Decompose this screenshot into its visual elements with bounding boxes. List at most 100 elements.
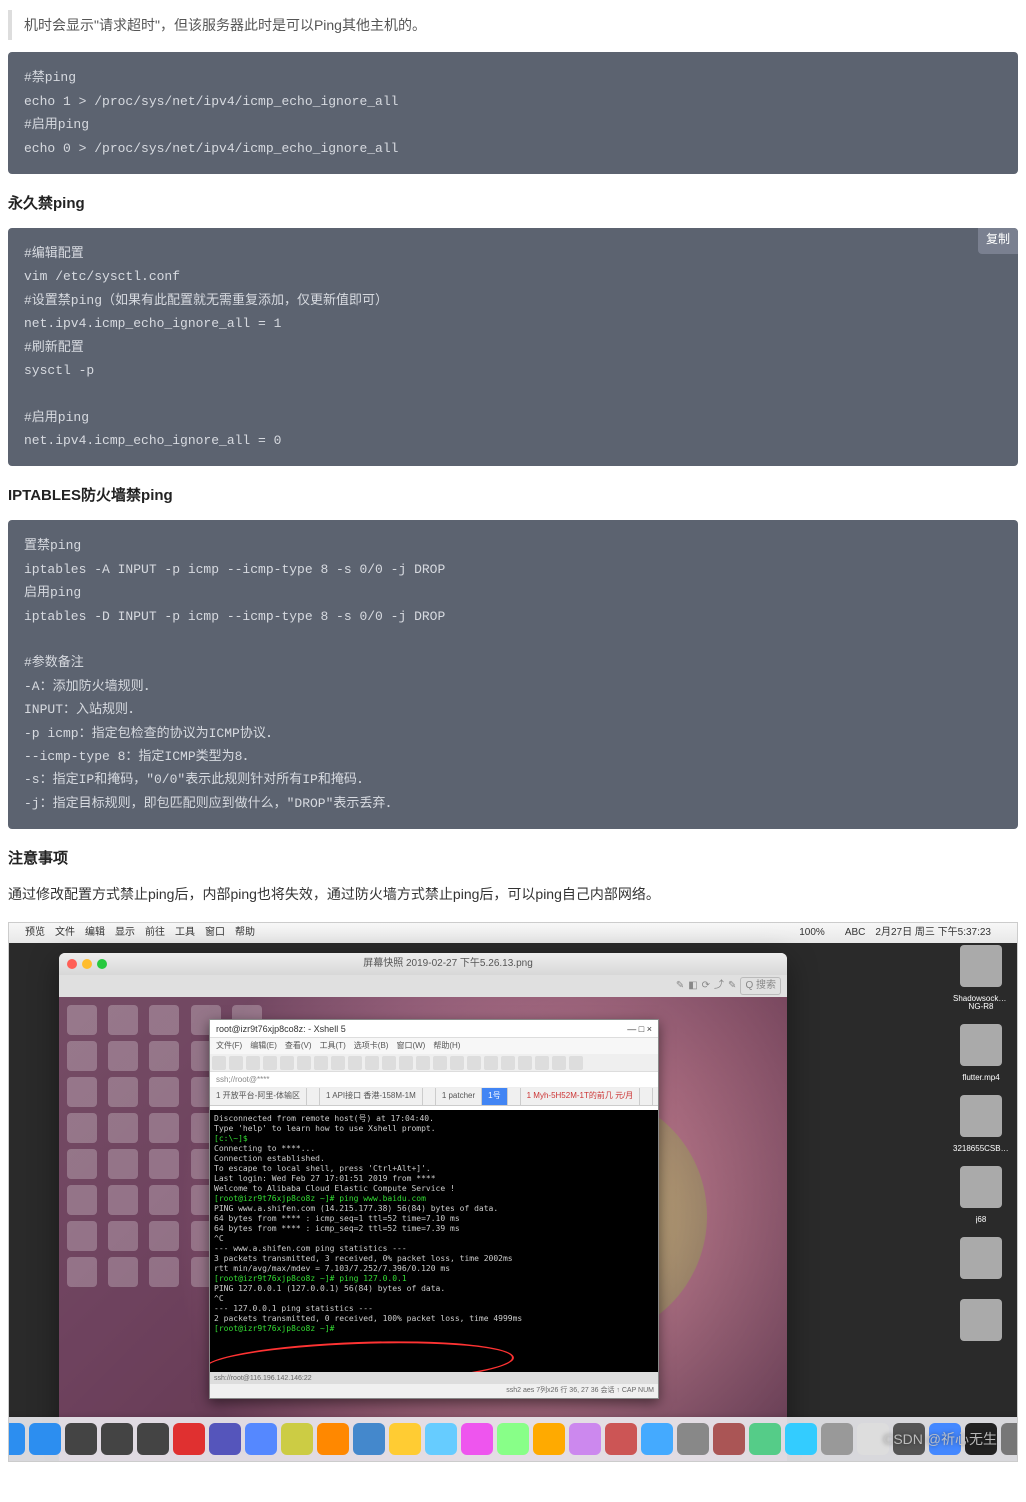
toolbar-button[interactable] (416, 1056, 430, 1070)
desktop-icon[interactable] (149, 1077, 179, 1107)
toolbar-button[interactable] (280, 1056, 294, 1070)
menubar-item[interactable]: 工具 (175, 925, 195, 941)
copy-button[interactable]: 复制 (978, 228, 1018, 254)
minimize-icon[interactable] (82, 959, 92, 969)
desktop-icon[interactable] (67, 1077, 97, 1107)
desktop-file-icon[interactable] (960, 1166, 1002, 1208)
desktop-icon[interactable] (67, 1113, 97, 1143)
toolbar-button[interactable] (569, 1056, 583, 1070)
terminal-tab[interactable] (307, 1088, 320, 1105)
dock-app-icon[interactable] (857, 1423, 889, 1455)
terminal-tab[interactable]: 1 patcher (436, 1088, 482, 1105)
dock-app-icon[interactable] (893, 1423, 925, 1455)
toolbar-button[interactable] (399, 1056, 413, 1070)
toolbar-button[interactable] (365, 1056, 379, 1070)
dock-app-icon[interactable] (713, 1423, 745, 1455)
toolbar-button[interactable] (246, 1056, 260, 1070)
desktop-icon[interactable] (149, 1113, 179, 1143)
dock-app-icon[interactable] (101, 1423, 133, 1455)
desktop-icon[interactable] (108, 1077, 138, 1107)
terminal-menu-item[interactable]: 文件(F) (216, 1040, 242, 1052)
dock-app-icon[interactable] (8, 1423, 25, 1455)
menubar-item[interactable]: 显示 (115, 925, 135, 941)
desktop-icon[interactable] (67, 1257, 97, 1287)
dock-app-icon[interactable] (245, 1423, 277, 1455)
terminal-menu-item[interactable]: 工具(T) (320, 1040, 346, 1052)
desktop-file-icon[interactable] (960, 1237, 1002, 1279)
desktop-file-icon[interactable] (960, 945, 1002, 987)
desktop-icon[interactable] (108, 1113, 138, 1143)
toolbar-button[interactable] (484, 1056, 498, 1070)
dock-app-icon[interactable] (965, 1423, 997, 1455)
desktop-icon[interactable] (108, 1257, 138, 1287)
toolbar-icon[interactable]: ⤴ (714, 978, 724, 994)
dock-app-icon[interactable] (209, 1423, 241, 1455)
menubar-item[interactable]: 文件 (55, 925, 75, 941)
terminal-tab[interactable] (640, 1088, 653, 1105)
terminal-menu-item[interactable]: 查看(V) (285, 1040, 312, 1052)
dock-app-icon[interactable] (173, 1423, 205, 1455)
desktop-icon[interactable] (67, 1149, 97, 1179)
toolbar-button[interactable] (433, 1056, 447, 1070)
desktop-icon[interactable] (149, 1005, 179, 1035)
dock-app-icon[interactable] (29, 1423, 61, 1455)
terminal-menu-item[interactable]: 帮助(H) (433, 1040, 460, 1052)
dock-app-icon[interactable] (65, 1423, 97, 1455)
toolbar-button[interactable] (450, 1056, 464, 1070)
toolbar-icon[interactable]: ◧ (688, 978, 697, 994)
desktop-icon[interactable] (149, 1257, 179, 1287)
menubar-item[interactable]: 前往 (145, 925, 165, 941)
desktop-icon[interactable] (67, 1041, 97, 1071)
desktop-icon[interactable] (67, 1221, 97, 1251)
desktop-file-icon[interactable] (960, 1095, 1002, 1137)
menubar-status[interactable]: ABC (845, 925, 866, 941)
toolbar-button[interactable] (263, 1056, 277, 1070)
terminal-tab[interactable]: 1 API接口 香港-158M-1M (320, 1088, 423, 1105)
dock-app-icon[interactable] (317, 1423, 349, 1455)
terminal-tab[interactable] (423, 1088, 436, 1105)
dock-app-icon[interactable] (533, 1423, 565, 1455)
dock-app-icon[interactable] (677, 1423, 709, 1455)
toolbar-button[interactable] (314, 1056, 328, 1070)
desktop-icon[interactable] (108, 1149, 138, 1179)
terminal-tab[interactable]: 1 Myh-5H52M-1T的前几 元/月 (521, 1088, 641, 1105)
dock-app-icon[interactable] (785, 1423, 817, 1455)
terminal-menu-item[interactable]: 编辑(E) (250, 1040, 277, 1052)
toolbar-icon[interactable]: ✎ (676, 978, 684, 994)
dock-app-icon[interactable] (425, 1423, 457, 1455)
toolbar-button[interactable] (552, 1056, 566, 1070)
dock-app-icon[interactable] (605, 1423, 637, 1455)
dock-app-icon[interactable] (281, 1423, 313, 1455)
dock-app-icon[interactable] (821, 1423, 853, 1455)
menubar-item[interactable]: 编辑 (85, 925, 105, 941)
maximize-icon[interactable] (97, 959, 107, 969)
toolbar-icon[interactable]: ✎ (728, 978, 736, 994)
search-input[interactable]: Q 搜索 (740, 977, 781, 995)
toolbar-button[interactable] (501, 1056, 515, 1070)
terminal-tab[interactable]: 1 开放平台-阿里-体输区 (210, 1088, 307, 1105)
terminal-menu-item[interactable]: 选项卡(B) (354, 1040, 389, 1052)
toolbar-button[interactable] (535, 1056, 549, 1070)
toolbar-button[interactable] (382, 1056, 396, 1070)
terminal-menu-item[interactable]: 窗口(W) (396, 1040, 425, 1052)
desktop-icon[interactable] (67, 1005, 97, 1035)
desktop-icon[interactable] (108, 1221, 138, 1251)
desktop-icon[interactable] (149, 1185, 179, 1215)
dock-app-icon[interactable] (569, 1423, 601, 1455)
menubar-item[interactable]: 帮助 (235, 925, 255, 941)
toolbar-button[interactable] (212, 1056, 226, 1070)
close-icon[interactable] (67, 959, 77, 969)
menubar-status[interactable]: 2月27日 周三 下午5:37:23 (875, 925, 991, 941)
toolbar-button[interactable] (467, 1056, 481, 1070)
toolbar-button[interactable] (229, 1056, 243, 1070)
dock-app-icon[interactable] (929, 1423, 961, 1455)
toolbar-button[interactable] (518, 1056, 532, 1070)
dock-app-icon[interactable] (641, 1423, 673, 1455)
dock-app-icon[interactable] (353, 1423, 385, 1455)
terminal-tab[interactable] (508, 1088, 521, 1105)
terminal-tab[interactable]: 1号 (482, 1088, 507, 1105)
dock-app-icon[interactable] (137, 1423, 169, 1455)
xshell-address[interactable]: ssh;//root@**** (210, 1072, 658, 1088)
desktop-icon[interactable] (67, 1185, 97, 1215)
toolbar-icon[interactable]: ⟳ (702, 978, 710, 994)
